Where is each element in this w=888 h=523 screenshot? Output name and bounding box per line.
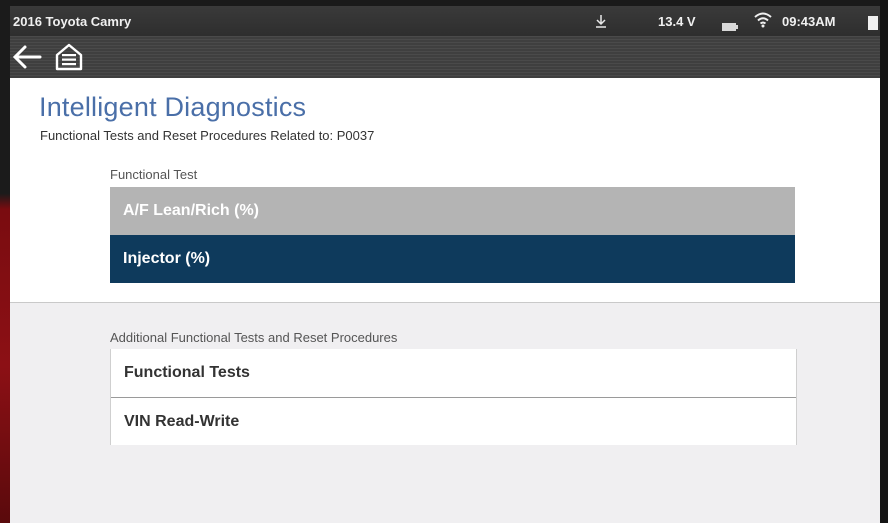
battery-full-icon (868, 16, 878, 33)
test-item-af-lean-rich[interactable]: A/F Lean/Rich (%) (110, 187, 795, 235)
download-icon (595, 14, 607, 31)
battery-icon (722, 19, 738, 34)
functional-test-list: A/F Lean/Rich (%) Injector (%) (110, 187, 795, 283)
nav-bar (10, 36, 880, 78)
test-item-injector[interactable]: Injector (%) (110, 235, 795, 283)
home-icon[interactable] (54, 42, 84, 72)
device-frame-left (0, 0, 10, 523)
screen: 2016 Toyota Camry 13.4 V 09:43AM Intelli… (10, 6, 880, 523)
page-title: Intelligent Diagnostics (39, 92, 307, 122)
back-arrow-icon[interactable] (12, 44, 42, 70)
main-content: Intelligent Diagnostics Functional Tests… (10, 78, 880, 523)
clock: 09:43AM (782, 14, 836, 29)
status-bar: 2016 Toyota Camry 13.4 V 09:43AM (10, 6, 880, 36)
additional-label: Additional Functional Tests and Reset Pr… (110, 330, 398, 345)
page-subtitle: Functional Tests and Reset Procedures Re… (40, 128, 375, 143)
functional-test-label: Functional Test (110, 167, 198, 182)
voltage-readout: 13.4 V (658, 14, 696, 29)
additional-item-vin-read-write[interactable]: VIN Read-Write (111, 397, 796, 445)
wifi-icon (754, 12, 772, 31)
additional-list: Functional Tests VIN Read-Write (110, 349, 797, 445)
vehicle-name: 2016 Toyota Camry (13, 14, 132, 29)
additional-item-functional-tests[interactable]: Functional Tests (111, 349, 796, 397)
device-frame-right (880, 0, 888, 523)
additional-section: Additional Functional Tests and Reset Pr… (10, 302, 880, 523)
